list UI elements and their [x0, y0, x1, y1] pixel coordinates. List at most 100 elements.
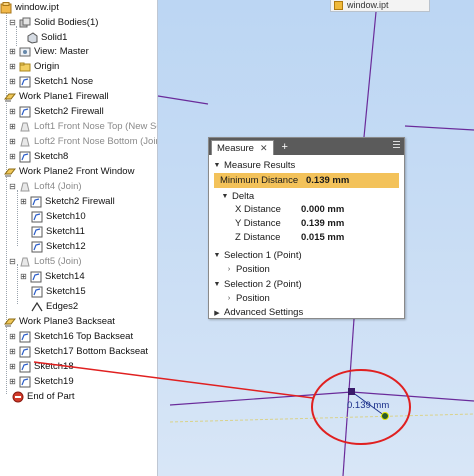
sketch-icon: [19, 361, 31, 373]
loft-icon: [19, 181, 31, 193]
sketch-icon: [19, 346, 31, 358]
advanced-settings-header[interactable]: ▶ Advanced Settings: [213, 305, 408, 320]
document-title: window.ipt: [15, 2, 59, 13]
tree-item-label: End of Part: [27, 391, 75, 402]
expand-icon[interactable]: ⊞: [8, 332, 17, 341]
expand-icon[interactable]: ⊞: [8, 122, 17, 131]
selection-2-header[interactable]: ▼ Selection 2 (Point): [213, 277, 408, 292]
tree-item[interactable]: Work Plane3 Backseat: [0, 314, 115, 329]
tree-item[interactable]: ⊞ Sketch1 Nose: [8, 74, 93, 89]
selection-1-header[interactable]: ▼ Selection 1 (Point): [213, 248, 408, 263]
tree-item-label: Sketch17 Bottom Backseat: [34, 346, 149, 357]
expand-icon[interactable]: ⊞: [8, 77, 17, 86]
minimum-distance-label: Minimum Distance: [220, 175, 299, 186]
tree-item[interactable]: ⊟ Loft5 (Join): [8, 254, 81, 269]
collapse-icon[interactable]: ⊟: [8, 18, 17, 27]
sketch-icon: [30, 271, 42, 283]
close-icon[interactable]: ✕: [260, 143, 268, 154]
tree-item[interactable]: Sketch10: [27, 209, 86, 224]
tree-item[interactable]: ⊞ View: Master: [8, 44, 89, 59]
tree-guide: [6, 12, 7, 394]
sketch-icon: [19, 76, 31, 88]
tree-item[interactable]: ⊟ Loft4 (Join): [8, 179, 82, 194]
tree-item[interactable]: ⊞ Sketch17 Bottom Backseat: [8, 344, 148, 359]
tree-item-label: Sketch19: [34, 376, 74, 387]
tree-item-label: Edges2: [46, 301, 79, 312]
z-distance-label: Z Distance: [235, 232, 281, 243]
tree-item-label: Loft2 Front Nose Bottom (Join): [34, 136, 158, 147]
tree-item[interactable]: Work Plane2 Front Window: [0, 164, 134, 179]
tree-root[interactable]: window.ipt: [0, 0, 59, 15]
tree-item[interactable]: Work Plane1 Firewall: [0, 89, 109, 104]
y-distance-row: Y Distance 0.139 mm: [209, 216, 404, 231]
tree-item-label: Sketch18: [34, 361, 74, 372]
chevron-down-icon: ▼: [213, 281, 221, 288]
document-tab[interactable]: window.ipt: [330, 0, 430, 12]
tree-item[interactable]: ⊞ Sketch8: [8, 149, 68, 164]
tree-item[interactable]: ⊞ Sketch14: [19, 269, 85, 284]
tree-item-label: Sketch14: [45, 271, 85, 282]
selection-2-position[interactable]: › Position: [225, 291, 420, 306]
document-tab-label: window.ipt: [347, 0, 389, 10]
tree-item-label: Sketch12: [46, 241, 86, 252]
x-distance-row: X Distance 0.000 mm: [209, 202, 404, 217]
expand-icon[interactable]: ⊞: [8, 47, 17, 56]
chevron-down-icon: ▼: [213, 162, 221, 169]
minimum-distance-row[interactable]: Minimum Distance 0.139 mm: [214, 173, 399, 188]
tree-item-label: Solid1: [41, 32, 68, 43]
tree-item[interactable]: ⊞ Sketch18: [8, 359, 74, 374]
collapse-icon[interactable]: ⊟: [8, 257, 17, 266]
add-tab-icon[interactable]: +: [282, 141, 288, 153]
tree-item[interactable]: ⊞ Sketch19: [8, 374, 74, 389]
tree-item[interactable]: ⊞ Origin: [8, 59, 59, 74]
expand-icon[interactable]: ⊞: [8, 152, 17, 161]
advanced-settings-label: Advanced Settings: [224, 307, 304, 318]
collapse-icon[interactable]: ⊟: [8, 182, 17, 191]
tree-item-label: Origin: [34, 61, 60, 72]
tree-item[interactable]: Solid1: [22, 30, 67, 45]
loft-icon: [19, 256, 31, 268]
chevron-right-icon: ›: [227, 295, 231, 302]
expand-icon[interactable]: ⊞: [8, 347, 17, 356]
expand-icon[interactable]: ⊞: [8, 377, 17, 386]
expand-icon[interactable]: ⊞: [8, 62, 17, 71]
tree-item-label: Sketch16 Top Backseat: [34, 331, 134, 342]
folder-icon: [19, 61, 31, 73]
expand-icon[interactable]: ⊞: [8, 107, 17, 116]
measure-tab-label: Measure: [217, 142, 254, 154]
tree-item[interactable]: ⊟ Solid Bodies(1): [8, 15, 98, 30]
tree-item[interactable]: Sketch11: [27, 224, 85, 239]
expand-icon[interactable]: ⊞: [8, 137, 17, 146]
tree-item[interactable]: ⊞ Sketch16 Top Backseat: [8, 329, 133, 344]
tree-item[interactable]: ⊞ Loft1 Front Nose Top (New Solid): [8, 119, 157, 134]
x-distance-label: X Distance: [235, 204, 281, 215]
dimension-label: 0.139 mm: [347, 400, 390, 411]
tree-item[interactable]: ⊞ Sketch2 Firewall: [8, 104, 104, 119]
expand-icon[interactable]: ⊞: [19, 197, 28, 206]
tree-item[interactable]: ⊞ Sketch2 Firewall: [19, 194, 115, 209]
tree-item[interactable]: End of Part: [8, 389, 75, 404]
tree-item[interactable]: Edges2: [27, 299, 78, 314]
chevron-right-icon: ▶: [214, 309, 220, 317]
tree-guide: [17, 190, 18, 246]
tree-item[interactable]: Sketch12: [27, 239, 86, 254]
selection-1-position[interactable]: › Position: [225, 262, 420, 277]
expand-icon[interactable]: ⊞: [19, 272, 28, 281]
tree-item-label: Sketch2 Firewall: [34, 106, 104, 117]
measure-results-header[interactable]: ▼ Measure Results: [213, 158, 408, 173]
z-distance-value: 0.015 mm: [301, 232, 345, 243]
tree-item[interactable]: ⊞ Loft2 Front Nose Bottom (Join): [8, 134, 158, 149]
expand-icon[interactable]: ⊞: [8, 362, 17, 371]
panel-menu-icon[interactable]: [393, 141, 400, 150]
tree-item[interactable]: Sketch15: [27, 284, 86, 299]
y-distance-label: Y Distance: [235, 218, 281, 229]
chevron-down-icon: ▼: [213, 252, 221, 259]
tree-item-label: Loft4 (Join): [34, 181, 82, 192]
measure-tab[interactable]: Measure ✕: [211, 140, 274, 155]
tree-item-label: Sketch11: [46, 226, 85, 237]
selection-2-position-label: Position: [236, 293, 270, 304]
y-distance-value: 0.139 mm: [301, 218, 345, 229]
sketch-icon: [31, 286, 43, 298]
